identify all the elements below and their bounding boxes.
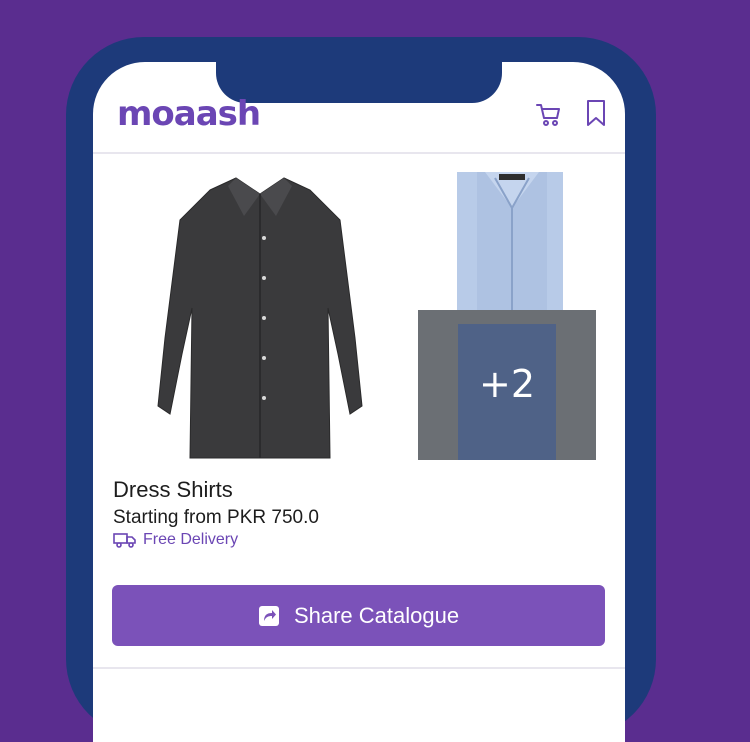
bookmark-icon[interactable] xyxy=(583,98,609,128)
delivery-info: Free Delivery xyxy=(113,531,238,549)
app-logo: moaash xyxy=(117,94,261,134)
product-thumbnail-more[interactable]: +2 xyxy=(418,310,596,460)
header-divider xyxy=(93,152,625,154)
bottom-divider xyxy=(93,667,625,669)
truck-icon xyxy=(113,533,136,548)
delivery-label: Free Delivery xyxy=(143,531,239,548)
share-catalogue-button[interactable]: Share Catalogue xyxy=(112,585,605,646)
more-images-count: +2 xyxy=(478,362,536,406)
share-button-label: Share Catalogue xyxy=(293,602,460,628)
product-thumbnail[interactable] xyxy=(457,172,563,312)
share-icon xyxy=(258,605,279,626)
product-main-image[interactable] xyxy=(140,168,380,464)
cart-icon[interactable] xyxy=(535,98,561,128)
product-price: Starting from PKR 750.0 xyxy=(113,507,319,528)
product-title: Dress Shirts xyxy=(113,477,233,502)
